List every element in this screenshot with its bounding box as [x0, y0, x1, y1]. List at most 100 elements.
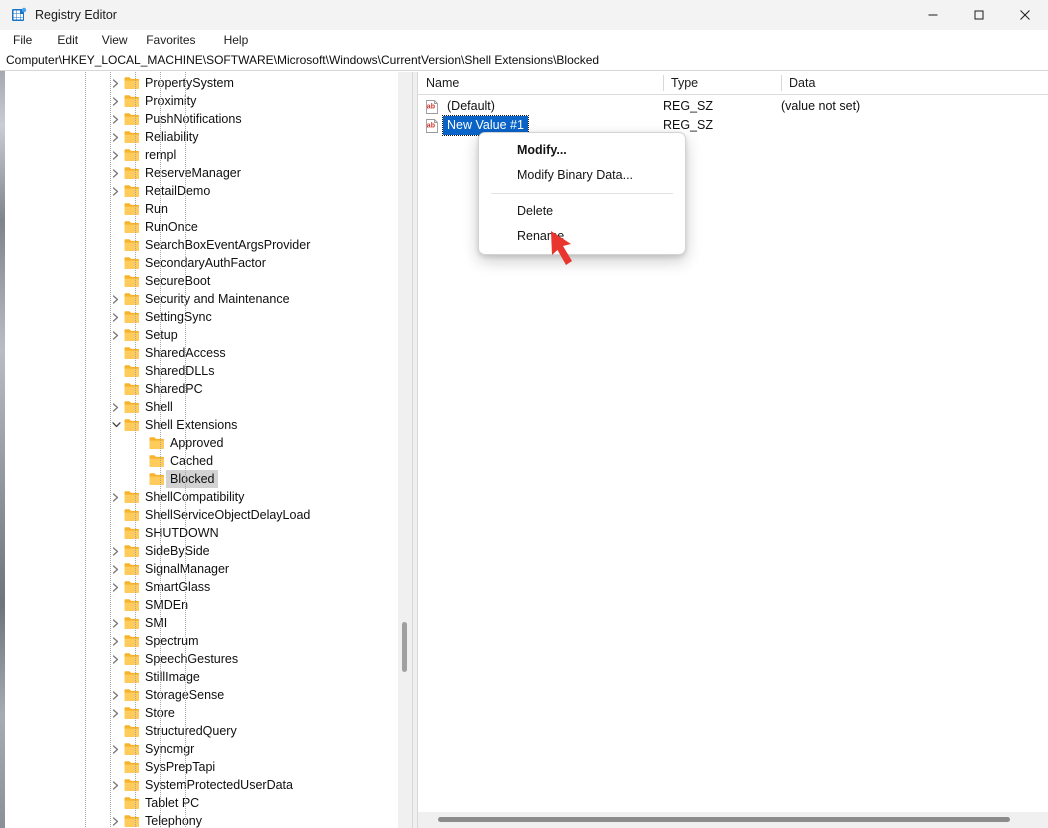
- tree-item-label: Cached: [170, 454, 214, 468]
- tree-item-store[interactable]: Store: [5, 704, 412, 722]
- value-context-menu[interactable]: Modify... Modify Binary Data... Delete Rena…: [478, 132, 686, 255]
- tree-item-label: SharedPC: [145, 382, 203, 396]
- tree-item-smden[interactable]: SMDEn: [5, 596, 412, 614]
- maximize-button[interactable]: [956, 0, 1002, 30]
- tree-item-label: SecureBoot: [145, 274, 211, 288]
- tree-item-propertysystem[interactable]: PropertySystem: [5, 74, 412, 92]
- context-menu-separator: [491, 193, 673, 194]
- tree-item-run[interactable]: Run: [5, 200, 412, 218]
- tree-item-label: ReserveManager: [145, 166, 241, 180]
- tree-guide-line: [85, 72, 86, 828]
- tree-item-setup[interactable]: Setup: [5, 326, 412, 344]
- value-name[interactable]: (Default): [443, 97, 499, 116]
- tree-item-reliability[interactable]: Reliability: [5, 128, 412, 146]
- title-bar: Registry Editor: [0, 0, 1048, 30]
- tree-item-tablet-pc[interactable]: Tablet PC: [5, 794, 412, 812]
- tree-item-shellcompatibility[interactable]: ShellCompatibility: [5, 488, 412, 506]
- column-header-name[interactable]: Name: [418, 72, 459, 94]
- list-horizontal-scrollbar[interactable]: [418, 812, 1048, 828]
- address-bar[interactable]: Computer\HKEY_LOCAL_MACHINE\SOFTWARE\Mic…: [0, 51, 1048, 70]
- tree-item-syncmgr[interactable]: Syncmgr: [5, 740, 412, 758]
- tree-item-proximity[interactable]: Proximity: [5, 92, 412, 110]
- tree-item-label: SysPrepTapi: [145, 760, 216, 774]
- folder-icon: [149, 454, 165, 468]
- folder-icon: [124, 166, 140, 180]
- tree-item-label: StillImage: [145, 670, 200, 684]
- tree-item-security-and-maintenance[interactable]: Security and Maintenance: [5, 290, 412, 308]
- folder-icon: [124, 400, 140, 414]
- tree-scrollbar[interactable]: [398, 72, 412, 828]
- tree-item-label: Run: [145, 202, 168, 216]
- tree-item-settingsync[interactable]: SettingSync: [5, 308, 412, 326]
- registry-tree[interactable]: PropertySystem Proximity PushNotifications…: [5, 72, 412, 828]
- folder-icon: [124, 274, 140, 288]
- folder-icon: [124, 652, 140, 666]
- tree-item-shareddlls[interactable]: SharedDLLs: [5, 362, 412, 380]
- folder-icon: [124, 292, 140, 306]
- tree-item-reservemanager[interactable]: ReserveManager: [5, 164, 412, 182]
- column-divider[interactable]: [663, 75, 664, 91]
- tree-item-rempl[interactable]: rempl: [5, 146, 412, 164]
- svg-text:ab: ab: [427, 123, 435, 130]
- tree-item-smartglass[interactable]: SmartGlass: [5, 578, 412, 596]
- tree-item-label: SystemProtectedUserData: [145, 778, 293, 792]
- tree-scrollbar-thumb[interactable]: [402, 622, 407, 672]
- tree-item-pushnotifications[interactable]: PushNotifications: [5, 110, 412, 128]
- tree-item-shell-extensions[interactable]: Shell Extensions: [5, 416, 412, 434]
- list-item[interactable]: ab (Default) REG_SZ (value not set): [418, 97, 1048, 116]
- folder-icon: [124, 310, 140, 324]
- context-menu-item-delete[interactable]: Delete: [479, 199, 685, 224]
- tree-item-sharedpc[interactable]: SharedPC: [5, 380, 412, 398]
- folder-icon: [124, 346, 140, 360]
- tree-item-secondaryauthfactor[interactable]: SecondaryAuthFactor: [5, 254, 412, 272]
- tree-item-stillimage[interactable]: StillImage: [5, 668, 412, 686]
- menu-file[interactable]: File: [6, 30, 39, 51]
- tree-item-approved[interactable]: Approved: [5, 434, 412, 452]
- menu-view[interactable]: View: [95, 30, 135, 51]
- folder-icon: [124, 742, 140, 756]
- tree-item-label: SHUTDOWN: [145, 526, 219, 540]
- tree-item-label: SettingSync: [145, 310, 212, 324]
- menu-help[interactable]: Help: [217, 30, 256, 51]
- list-horizontal-scrollbar-thumb[interactable]: [438, 817, 1010, 822]
- tree-item-speechgestures[interactable]: SpeechGestures: [5, 650, 412, 668]
- tree-item-sharedaccess[interactable]: SharedAccess: [5, 344, 412, 362]
- folder-icon: [124, 670, 140, 684]
- tree-item-shutdown[interactable]: SHUTDOWN: [5, 524, 412, 542]
- tree-item-label: Spectrum: [145, 634, 199, 648]
- tree-item-systemprotecteduserdata[interactable]: SystemProtectedUserData: [5, 776, 412, 794]
- column-header-type[interactable]: Type: [663, 72, 698, 94]
- tree-item-runonce[interactable]: RunOnce: [5, 218, 412, 236]
- column-divider[interactable]: [781, 75, 782, 91]
- tree-item-structuredquery[interactable]: StructuredQuery: [5, 722, 412, 740]
- folder-icon: [124, 418, 140, 432]
- tree-item-shellserviceobjectdelayload[interactable]: ShellServiceObjectDelayLoad: [5, 506, 412, 524]
- tree-item-searchboxeventargsprovider[interactable]: SearchBoxEventArgsProvider: [5, 236, 412, 254]
- tree-item-sidebyside[interactable]: SideBySide: [5, 542, 412, 560]
- folder-icon: [124, 706, 140, 720]
- menu-edit[interactable]: Edit: [50, 30, 85, 51]
- tree-item-label: RetailDemo: [145, 184, 211, 198]
- column-header-data[interactable]: Data: [781, 72, 815, 94]
- context-menu-item-modify[interactable]: Modify...: [479, 138, 685, 163]
- minimize-button[interactable]: [910, 0, 956, 30]
- context-menu-item-modify-binary-data[interactable]: Modify Binary Data...: [479, 163, 685, 188]
- tree-item-spectrum[interactable]: Spectrum: [5, 632, 412, 650]
- tree-item-retaildemo[interactable]: RetailDemo: [5, 182, 412, 200]
- context-menu-item-rename[interactable]: Rename: [479, 224, 685, 249]
- tree-item-label: StructuredQuery: [145, 724, 237, 738]
- tree-item-smi[interactable]: SMI: [5, 614, 412, 632]
- tree-item-secureboot[interactable]: SecureBoot: [5, 272, 412, 290]
- folder-icon: [124, 598, 140, 612]
- tree-item-telephony[interactable]: Telephony: [5, 812, 412, 828]
- tree-item-blocked[interactable]: Blocked: [5, 470, 412, 488]
- tree-item-signalmanager[interactable]: SignalManager: [5, 560, 412, 578]
- menu-favorites[interactable]: Favorites: [139, 30, 202, 51]
- folder-icon: [124, 688, 140, 702]
- close-button[interactable]: [1002, 0, 1048, 30]
- tree-item-storagesense[interactable]: StorageSense: [5, 686, 412, 704]
- list-header: Name Type Data: [418, 72, 1048, 95]
- tree-item-shell[interactable]: Shell: [5, 398, 412, 416]
- tree-item-syspreptapi[interactable]: SysPrepTapi: [5, 758, 412, 776]
- tree-item-cached[interactable]: Cached: [5, 452, 412, 470]
